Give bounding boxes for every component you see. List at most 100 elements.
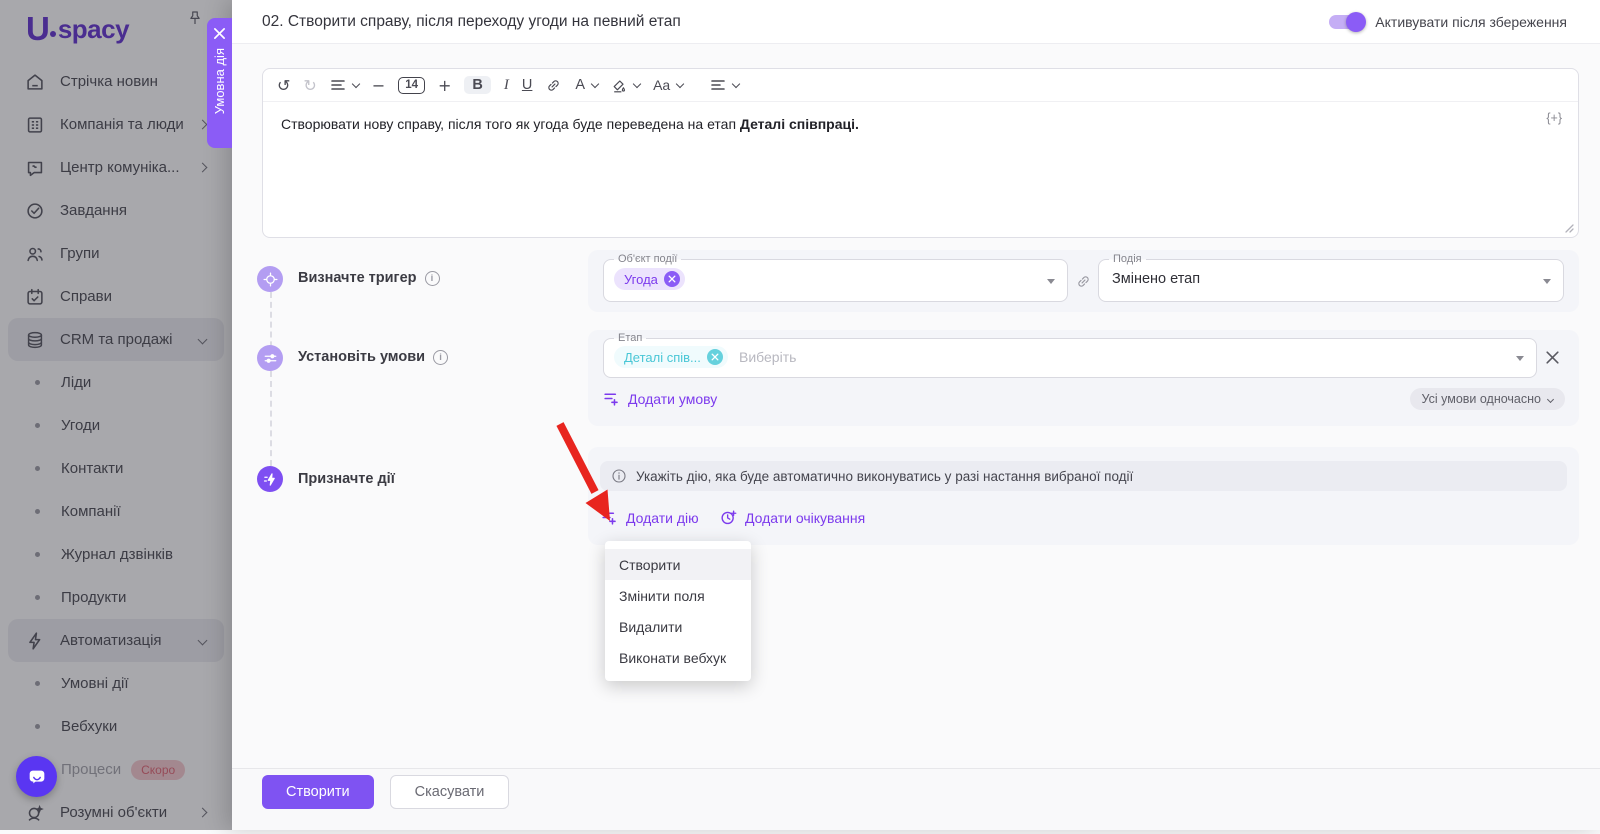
line-spacing-button[interactable]	[330, 78, 361, 92]
activate-toggle[interactable]	[1329, 12, 1367, 32]
lightning-icon	[263, 472, 275, 486]
trigger-row: Об'єкт події Угода Подія Змінено етап	[588, 250, 1579, 312]
menu-item-run-webhook[interactable]: Виконати вебхук	[605, 642, 751, 673]
drawer-footer: Створити Скасувати	[232, 768, 1600, 830]
editor-text: Створювати нову справу, після того як уг…	[281, 116, 740, 132]
step-connector-line	[270, 292, 272, 466]
actions-step-icon	[257, 466, 283, 492]
deal-chip-label: Угода	[624, 271, 658, 287]
description-editor[interactable]: ↺ ↻ − 14 + B I U A Aa Створювати нову сп…	[262, 68, 1579, 238]
add-condition-label: Додати умову	[628, 390, 718, 407]
dropdown-arrow-icon	[1516, 356, 1524, 361]
stage-select[interactable]: Етап Деталі спів... Виберіть	[603, 332, 1537, 378]
action-type-menu: Створити Змінити поля Видалити Виконати …	[605, 541, 751, 681]
info-icon[interactable]: i	[433, 349, 449, 365]
add-action-button[interactable]: Додати дію	[601, 509, 699, 526]
drawer-tab-conditional-action[interactable]: Умовна дія	[207, 18, 232, 148]
italic-button[interactable]: I	[504, 77, 509, 94]
menu-item-create[interactable]: Створити	[605, 549, 751, 580]
stage-chip: Деталі спів...	[614, 346, 728, 368]
chevron-down-icon	[590, 79, 600, 88]
event-value: Змінено етап	[1112, 271, 1201, 287]
fill-color-icon	[613, 80, 626, 93]
trigger-step-row: Визначте тригер i	[298, 270, 440, 286]
line-spacing-icon	[331, 80, 345, 90]
conditions-step-icon	[257, 345, 283, 371]
conditions-mode-select[interactable]: Усі умови одночасно	[1409, 388, 1565, 410]
insert-variable-button[interactable]: {+}	[1546, 111, 1562, 125]
conditions-mode-label: Усі умови одночасно	[1421, 392, 1541, 406]
font-color-button[interactable]: A	[575, 77, 600, 93]
add-condition-button[interactable]: Додати умову	[603, 390, 717, 407]
event-object-select[interactable]: Об'єкт події Угода	[603, 253, 1068, 302]
menu-item-delete[interactable]: Видалити	[605, 611, 751, 642]
stage-placeholder: Виберіть	[739, 349, 797, 365]
event-select[interactable]: Подія Змінено етап	[1098, 253, 1564, 302]
sidebar: U spacy Стрічка новин Компанія та люди Ц…	[0, 0, 232, 830]
add-wait-button[interactable]: Додати очікування	[720, 509, 865, 526]
font-size-value[interactable]: 14	[398, 76, 426, 94]
stage-label: Етап	[614, 332, 647, 345]
add-action-icon	[602, 512, 616, 525]
conditions-step-label: Установіть умови	[298, 349, 426, 365]
create-button[interactable]: Створити	[262, 774, 374, 809]
deal-chip: Угода	[614, 268, 685, 290]
chevron-down-icon	[632, 79, 642, 88]
chevron-down-icon	[1546, 395, 1555, 403]
undo-button[interactable]: ↺	[277, 76, 290, 95]
editor-toolbar: ↺ ↻ − 14 + B I U A Aa	[263, 69, 1578, 102]
remove-chip-icon[interactable]	[706, 349, 723, 365]
align-button[interactable]	[710, 78, 741, 92]
underline-button[interactable]: U	[522, 77, 532, 93]
chevron-down-icon	[351, 79, 361, 88]
actions-hint-text: Укажіть дію, яка буде автоматично викону…	[636, 468, 1134, 484]
bold-button[interactable]: B	[464, 76, 491, 94]
add-action-label: Додати дію	[626, 509, 699, 526]
editor-content[interactable]: Створювати нову справу, після того як уг…	[263, 102, 1578, 146]
cancel-button[interactable]: Скасувати	[389, 774, 510, 809]
highlight-color-button[interactable]	[611, 77, 642, 93]
stage-chip-label: Деталі спів...	[624, 349, 701, 365]
actions-hint: Укажіть дію, яка буде автоматично викону…	[600, 461, 1567, 491]
remove-chip-icon[interactable]	[663, 271, 680, 287]
event-object-label: Об'єкт події	[614, 253, 682, 266]
page-title: 02. Створити справу, після переходу угод…	[262, 13, 681, 30]
chevron-down-icon	[731, 79, 741, 88]
info-icon	[612, 469, 626, 483]
trigger-step-label: Визначте тригер	[298, 270, 417, 286]
font-size-decrease-button[interactable]: −	[372, 76, 385, 95]
dropdown-arrow-icon	[1543, 278, 1551, 284]
actions-row: Укажіть дію, яка буде автоматично викону…	[588, 447, 1579, 545]
align-left-icon	[711, 80, 725, 90]
actions-step-label: Призначте дії	[298, 471, 395, 487]
conditions-step-row: Установіть умови i	[298, 349, 449, 365]
add-wait-clock-icon	[721, 510, 737, 525]
font-size-increase-button[interactable]: +	[438, 76, 451, 95]
toggle-knob	[1346, 12, 1367, 32]
add-filter-icon	[604, 393, 618, 406]
chat-bubble-icon	[29, 770, 44, 783]
sliders-icon	[264, 353, 276, 363]
event-label: Подія	[1109, 253, 1146, 266]
editor-text-bold: Деталі співпраці.	[739, 116, 859, 132]
menu-item-change-fields[interactable]: Змінити поля	[605, 580, 751, 611]
trigger-step-icon	[257, 266, 283, 292]
target-icon	[262, 271, 278, 287]
activate-toggle-label: Активувати після збереження	[1375, 14, 1567, 30]
info-icon[interactable]: i	[424, 270, 440, 286]
text-case-button[interactable]: Aa	[653, 77, 685, 93]
support-chat-button[interactable]	[16, 756, 57, 797]
redo-button[interactable]: ↻	[303, 76, 316, 95]
remove-condition-icon[interactable]	[1544, 349, 1561, 366]
insert-link-button[interactable]	[545, 77, 562, 94]
chevron-down-icon	[675, 79, 685, 88]
conditions-row: Етап Деталі спів... Виберіть Додати умов…	[588, 330, 1579, 426]
link-fields-icon	[1078, 276, 1089, 287]
modal-backdrop[interactable]	[0, 0, 232, 830]
resize-handle[interactable]	[1563, 222, 1574, 233]
close-icon[interactable]	[213, 27, 226, 40]
link-icon	[548, 79, 560, 91]
add-wait-label: Додати очікування	[745, 509, 866, 526]
actions-step-row: Призначте дії	[298, 471, 395, 487]
conditional-action-drawer: Умовна дія 02. Створити справу, після пе…	[207, 0, 1600, 830]
